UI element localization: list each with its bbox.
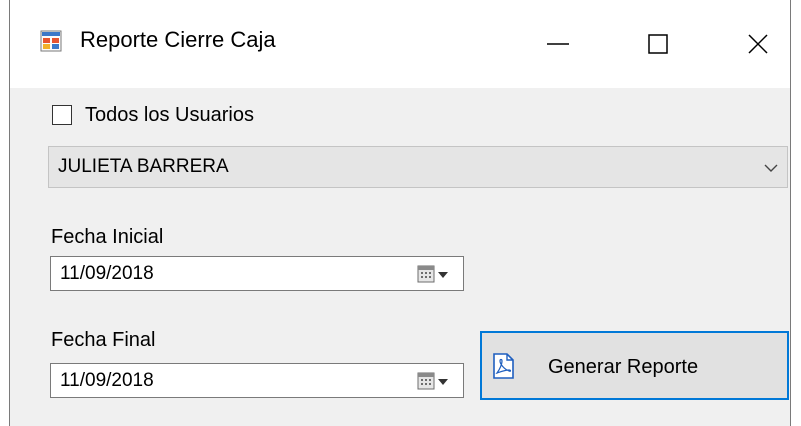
window-title: Reporte Cierre Caja: [80, 27, 276, 52]
minimize-button[interactable]: [526, 0, 590, 88]
end-date-value[interactable]: 11/09/2018: [60, 370, 154, 392]
user-select[interactable]: JULIETA BARRERA: [48, 146, 788, 188]
end-date-picker[interactable]: 11/09/2018: [50, 363, 464, 398]
minimize-icon: [546, 32, 570, 56]
maximize-icon: [646, 32, 670, 56]
chevron-down-icon[interactable]: [763, 161, 779, 179]
all-users-checkbox[interactable]: [52, 105, 72, 125]
report-window: Reporte Cierre Caja Todos los Usuarios J…: [9, 0, 791, 426]
generate-report-button[interactable]: Generar Reporte: [480, 331, 789, 400]
maximize-button[interactable]: [626, 0, 690, 88]
start-date-value[interactable]: 11/09/2018: [60, 263, 154, 285]
start-date-picker[interactable]: 11/09/2018: [50, 256, 464, 291]
all-users-label[interactable]: Todos los Usuarios: [85, 104, 254, 127]
app-form-icon: [40, 30, 62, 52]
all-users-option[interactable]: Todos los Usuarios: [52, 102, 254, 128]
close-icon: [746, 32, 770, 56]
title-bar[interactable]: Reporte Cierre Caja: [10, 0, 790, 88]
close-button[interactable]: [726, 0, 790, 88]
calendar-dropdown-icon[interactable]: [417, 264, 457, 284]
start-date-label: Fecha Inicial: [51, 226, 164, 248]
calendar-dropdown-icon[interactable]: [417, 371, 457, 391]
user-select-value: JULIETA BARRERA: [58, 156, 229, 177]
screen: Reporte Cierre Caja Todos los Usuarios J…: [0, 0, 801, 426]
generate-report-label: Generar Reporte: [548, 356, 699, 378]
pdf-icon: [492, 353, 514, 379]
end-date-label: Fecha Final: [51, 329, 156, 351]
